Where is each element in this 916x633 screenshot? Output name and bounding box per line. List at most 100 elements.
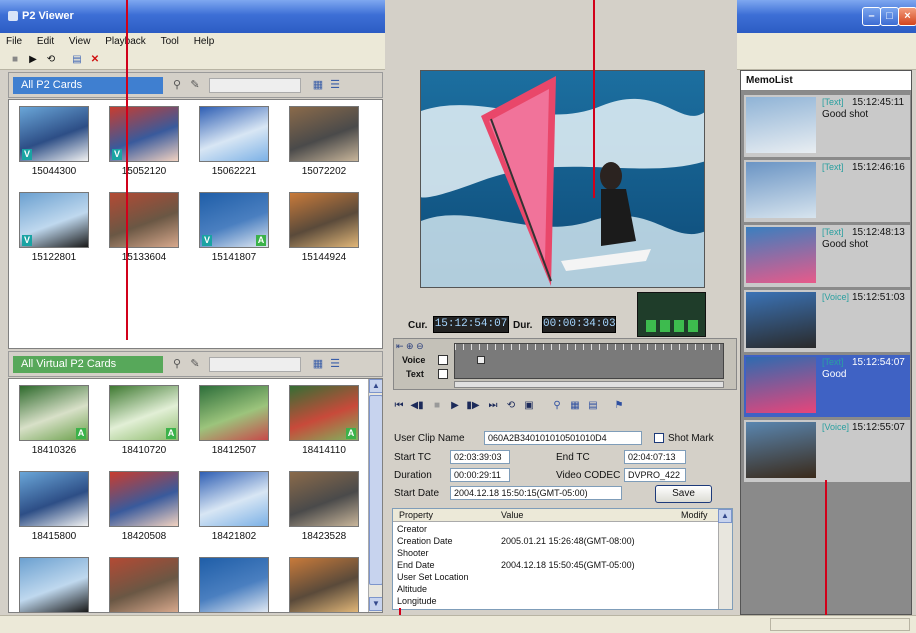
virtual-scrollbar[interactable]: ▲ ▼ [368,379,382,612]
filter-icon[interactable]: ✎ [189,79,201,92]
stop-icon[interactable]: ■ [8,53,22,67]
prev-frame-icon[interactable]: ◀▮ [410,398,424,414]
property-row[interactable]: End Date 2004.12.18 15:50:45(GMT-05:00) [393,560,723,572]
start-tc-field[interactable]: 02:03:39:03 [450,450,510,464]
cards-search-input[interactable] [209,78,301,93]
next-frame-icon[interactable]: ▮▶ [466,398,480,414]
memo-item[interactable]: [Text] 15:12:45:11 Good shot [744,95,910,157]
zoom-icon[interactable]: ⇤ ⊕ ⊖ [396,341,424,352]
loop-icon[interactable]: ⟲ [504,398,518,414]
column-modify[interactable]: Modify [681,510,708,520]
start-date-label: Start Date [394,488,440,499]
menu-file[interactable]: File [0,33,28,47]
menu-view[interactable]: View [63,33,97,47]
rewind-icon[interactable]: ⏮ [392,398,406,414]
voice-track-toggle[interactable] [438,355,448,365]
scroll-up-arrow[interactable]: ▲ [718,509,732,523]
virtual-clip-thumbnail[interactable]: A [109,385,179,441]
scroll-up-arrow[interactable]: ▲ [369,379,382,393]
text-track-toggle[interactable] [438,369,448,379]
virtual-search-input[interactable] [209,357,301,372]
memo-item[interactable]: [Text] 15:12:46:16 [744,160,910,222]
grid-icon[interactable]: ▦ [568,398,582,414]
virtual-clip-thumbnail[interactable] [199,471,269,527]
search-icon[interactable]: ⚲ [171,79,183,92]
duration-field[interactable]: 00:00:29:11 [450,468,510,482]
card-clip-thumbnail[interactable] [199,106,269,162]
marker-icon[interactable]: ⚑ [612,398,626,414]
all-p2-cards-button[interactable]: All P2 Cards [13,77,163,94]
card-clip-thumbnail[interactable]: V [19,192,89,248]
minimize-button[interactable]: – [862,7,881,26]
card-clip-thumbnail[interactable] [109,192,179,248]
current-timecode: 15:12:54:07 [433,316,509,333]
property-value: 2005.01.21 15:26:48(GMT-08:00) [501,536,635,546]
list-view-icon[interactable]: ☰ [329,358,341,371]
menu-edit[interactable]: Edit [31,33,60,47]
memo-item[interactable]: [Voice] 15:12:51:03 [744,290,910,352]
status-panel [770,618,910,631]
all-virtual-cards-button[interactable]: All Virtual P2 Cards [13,356,163,373]
virtual-clip-thumbnail[interactable] [109,471,179,527]
save-button[interactable]: Save [655,485,712,503]
property-scrollbar[interactable]: ▲ [718,509,732,609]
stop-icon[interactable]: ■ [430,398,444,414]
search-icon[interactable]: ⚲ [171,358,183,371]
virtual-clip-thumbnail[interactable] [199,557,269,612]
start-date-field[interactable]: 2004.12.18 15:50:15(GMT-05:00) [450,486,622,500]
scroll-thumb[interactable] [369,395,382,585]
virtual-clip-thumbnail[interactable] [289,557,359,612]
virtual-clip-thumbnail[interactable] [289,471,359,527]
column-property[interactable]: Property [399,510,433,520]
filter-icon[interactable]: ✎ [189,358,201,371]
menu-help[interactable]: Help [188,33,221,47]
timeline-ruler [455,344,723,350]
loop-icon[interactable]: ⟲ [44,53,58,67]
timeline-scrollbar[interactable] [454,381,724,388]
property-row[interactable]: Creator [393,524,723,536]
virtual-clip-thumbnail[interactable] [199,385,269,441]
end-tc-field[interactable]: 02:04:07:13 [624,450,686,464]
card-clip-thumbnail[interactable]: VA [199,192,269,248]
close-button[interactable]: × [898,7,916,26]
virtual-clip-thumbnail[interactable] [19,471,89,527]
menu-tool[interactable]: Tool [155,33,185,47]
play-icon[interactable]: ▶ [26,53,40,67]
memo-marker-icon[interactable] [477,356,485,364]
play-icon[interactable]: ▶ [448,398,462,414]
scroll-down-arrow[interactable]: ▼ [369,597,382,611]
property-row[interactable]: Longitude [393,596,723,608]
import-icon[interactable]: ▤ [70,53,84,67]
virtual-clip-thumbnail[interactable]: A [19,385,89,441]
stop-loop-icon[interactable]: ▣ [522,398,536,414]
delete-icon[interactable]: ✕ [88,53,102,67]
virtual-clip-thumbnail[interactable] [109,557,179,612]
memo-item[interactable]: [Text] 15:12:48:13 Good shot [744,225,910,287]
memo-item[interactable]: [Text] 15:12:54:07 Good [744,355,910,417]
card-clip-thumbnail[interactable]: V [109,106,179,162]
shot-mark-checkbox[interactable] [654,433,664,443]
property-row[interactable]: Creation Date 2005.01.21 15:26:48(GMT-08:… [393,536,723,548]
timeline[interactable]: ⇤ ⊕ ⊖ Voice Text [393,338,737,390]
card-clip-thumbnail[interactable]: V [19,106,89,162]
fast-forward-icon[interactable]: ⏭ [486,398,500,414]
list-icon[interactable]: ▤ [586,398,600,414]
timeline-track-area[interactable] [454,343,724,379]
column-value[interactable]: Value [501,510,523,520]
memo-item[interactable]: [Voice] 15:12:55:07 [744,420,910,482]
virtual-clip-thumbnail[interactable]: A [289,385,359,441]
thumbnail-view-icon[interactable]: ▦ [312,79,324,92]
maximize-button[interactable]: □ [880,7,899,26]
list-view-icon[interactable]: ☰ [329,79,341,92]
property-row[interactable]: Shooter [393,548,723,560]
video-codec-field[interactable]: DVPRO_422 [624,468,686,482]
card-clip-thumbnail[interactable] [289,192,359,248]
user-clip-name-field[interactable]: 060A2B340101010501010D4 [484,431,642,445]
card-clip-thumbnail[interactable] [289,106,359,162]
zoom-icon[interactable]: ⚲ [550,398,564,414]
card-clip-timecode: 15044300 [31,166,77,177]
virtual-clip-thumbnail[interactable] [19,557,89,612]
thumbnail-view-icon[interactable]: ▦ [312,358,324,371]
property-row[interactable]: Altitude [393,584,723,596]
property-row[interactable]: User Set Location [393,572,723,584]
